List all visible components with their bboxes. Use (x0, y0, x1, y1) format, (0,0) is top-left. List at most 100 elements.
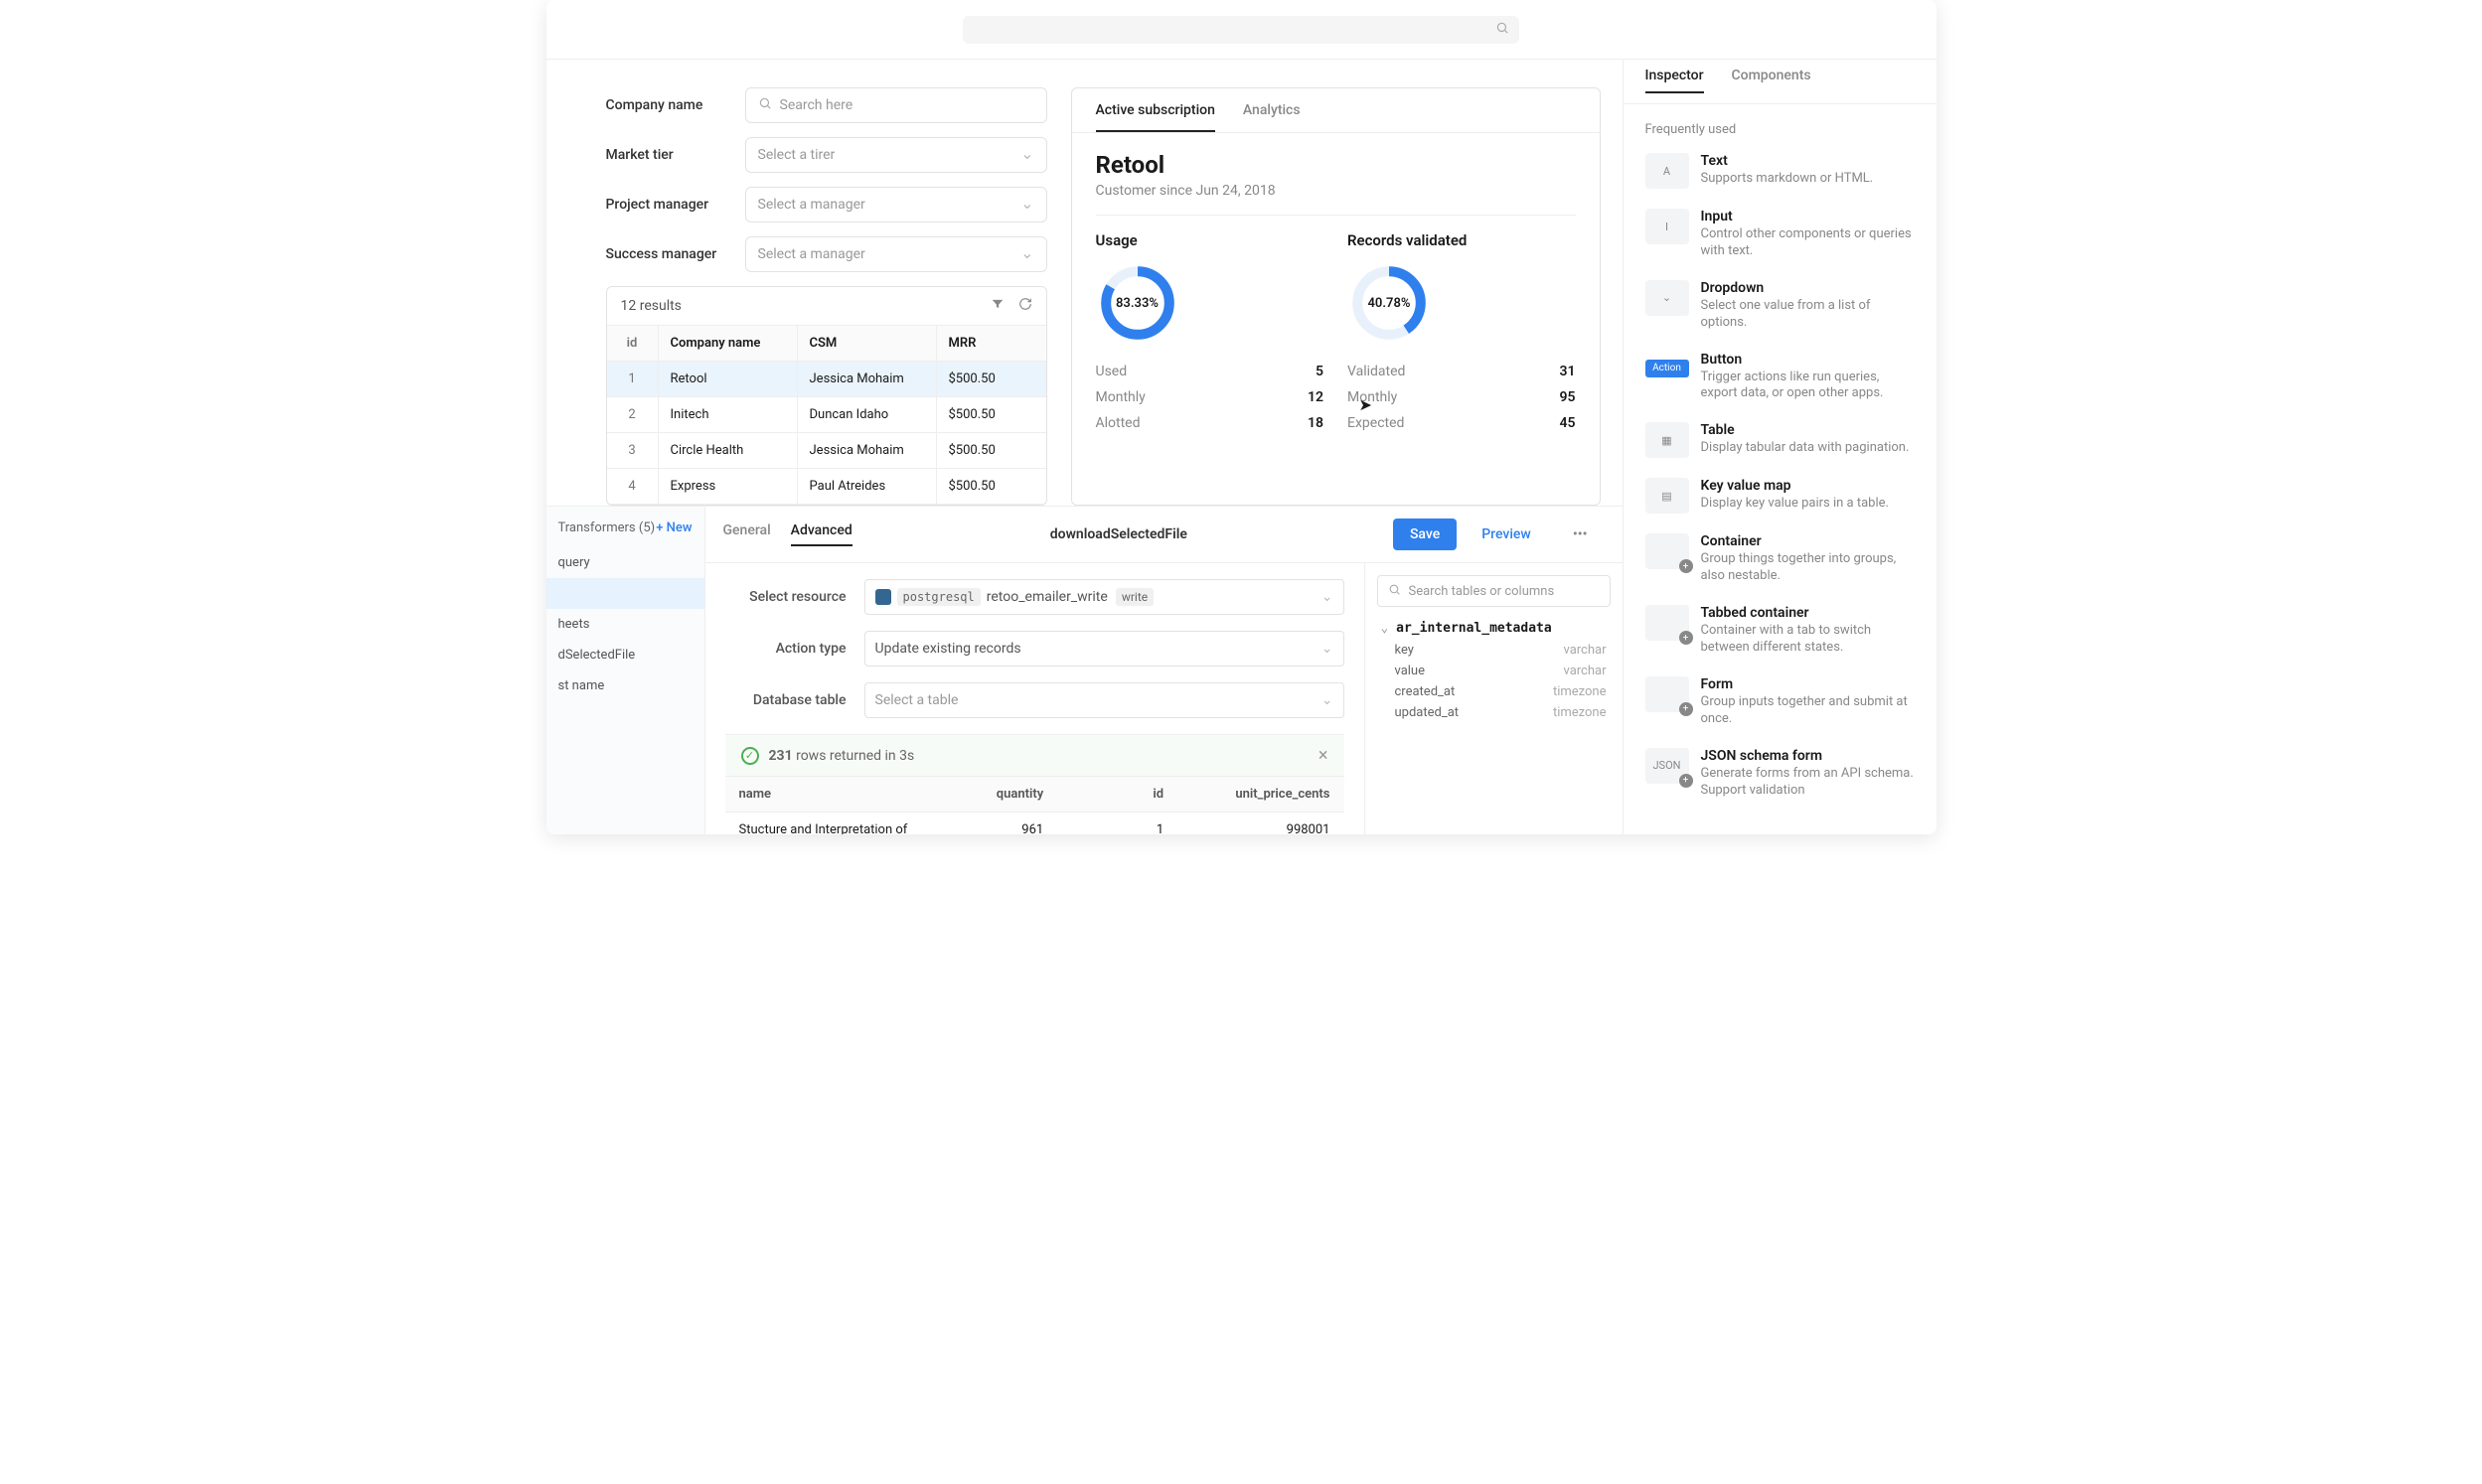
component-icon: ▦ (1645, 422, 1689, 458)
plus-icon: + (1679, 559, 1693, 573)
action-type-select[interactable]: Update existing records (864, 631, 1344, 667)
table-row[interactable]: 2InitechDuncan Idaho$500.50 (607, 397, 1046, 433)
filter-form: Company name Search here Market tier Sel… (606, 87, 1047, 272)
query-list-item[interactable]: st name (546, 670, 704, 701)
component-item[interactable]: ATextSupports markdown or HTML. (1633, 143, 1927, 199)
titlebar (546, 0, 1937, 60)
refresh-icon[interactable] (1018, 297, 1032, 315)
rcol-qty[interactable]: quantity (937, 777, 1057, 812)
component-icon: + (1645, 605, 1689, 641)
schema-column[interactable]: valuevarchar (1365, 661, 1623, 681)
schema-browser: Search tables or columns ar_internal_met… (1364, 563, 1623, 834)
table-row[interactable]: 3Circle HealthJessica Mohaim$500.50 (607, 433, 1046, 469)
col-csm[interactable]: CSM (798, 326, 937, 361)
query-list-item[interactable]: heets (546, 609, 704, 640)
component-icon: + (1645, 533, 1689, 569)
global-search-input[interactable] (963, 16, 1519, 44)
plus-icon: + (1679, 631, 1693, 645)
component-icon: ⌄ (1645, 280, 1689, 316)
query-list-item[interactable] (546, 578, 704, 609)
component-item[interactable]: ⌄DropdownSelect one value from a list of… (1633, 270, 1927, 342)
stat-row: Validated31 (1347, 359, 1576, 384)
customer-since: Customer since Jun 24, 2018 (1096, 183, 1576, 199)
query-editor-panel: Transformers (5) + New query heetsdSelec… (546, 506, 1623, 834)
customer-title: Retool (1096, 151, 1576, 179)
project-manager-select[interactable]: Select a manager (745, 187, 1047, 223)
resource-select[interactable]: postgresql retoo_emailer_write write (864, 579, 1344, 615)
add-query-button[interactable]: + New (656, 520, 692, 535)
component-item[interactable]: +FormGroup inputs together and submit at… (1633, 667, 1927, 738)
query-list-item[interactable]: query (546, 547, 704, 578)
plus-icon: + (1679, 702, 1693, 716)
component-icon: ▤ (1645, 478, 1689, 514)
query-form: Select resource postgresql retoo_emailer… (705, 563, 1364, 834)
schema-column[interactable]: updated_attimezone (1365, 702, 1623, 723)
success-icon: ✓ (741, 747, 759, 765)
col-id[interactable]: id (607, 326, 659, 361)
rcol-name[interactable]: name (725, 777, 938, 812)
close-icon[interactable]: × (1319, 745, 1328, 766)
results-table: 12 results id Company name (606, 286, 1047, 506)
stat-row: Monthly12 (1096, 384, 1324, 410)
records-donut: 40.78% (1347, 261, 1431, 345)
plus-icon: + (1679, 774, 1693, 788)
action-type-label: Action type (725, 641, 864, 657)
company-name-label: Company name (606, 97, 745, 113)
canvas: Company name Search here Market tier Sel… (546, 60, 1623, 506)
component-item[interactable]: ▦TableDisplay tabular data with paginati… (1633, 412, 1927, 468)
query-name: downloadSelectedFile (872, 526, 1365, 542)
results-count: 12 results (621, 298, 977, 314)
search-icon (1495, 21, 1509, 39)
col-mrr[interactable]: MRR (937, 326, 1046, 361)
schema-column[interactable]: keyvarchar (1365, 640, 1623, 661)
component-item[interactable]: +Tabbed containerContainer with a tab to… (1633, 595, 1927, 667)
preview-button[interactable]: Preview (1465, 519, 1548, 550)
query-list-item[interactable]: dSelectedFile (546, 640, 704, 670)
result-row[interactable]: Stucture and Interpretation of Computer … (725, 812, 1344, 834)
component-icon: I (1645, 209, 1689, 244)
stat-row: Alotted18 (1096, 410, 1324, 436)
tab-components[interactable]: Components (1732, 68, 1811, 93)
component-icon: JSON+ (1645, 748, 1689, 784)
search-icon (758, 96, 772, 114)
col-company[interactable]: Company name (659, 326, 798, 361)
component-item[interactable]: +ContainerGroup things together into gro… (1633, 523, 1927, 595)
frequently-used-heading: Frequently used (1624, 104, 1937, 143)
more-button[interactable]: ••• (1556, 519, 1605, 550)
schema-column[interactable]: created_attimezone (1365, 681, 1623, 702)
table-row[interactable]: 1RetoolJessica Mohaim$500.50 (607, 362, 1046, 397)
schema-search-input[interactable]: Search tables or columns (1377, 575, 1611, 607)
result-message: 231 rows returned in 3s (769, 748, 915, 764)
component-item[interactable]: JSON+JSON schema formGenerate forms from… (1633, 738, 1927, 810)
component-item[interactable]: ActionButtonTrigger actions like run que… (1633, 342, 1927, 413)
market-tier-select[interactable]: Select a tirer (745, 137, 1047, 173)
transformers-count: Transformers (5) (558, 520, 656, 535)
market-tier-label: Market tier (606, 147, 745, 163)
save-button[interactable]: Save (1393, 519, 1457, 550)
records-heading: Records validated (1347, 231, 1576, 249)
right-panel: Inspector Components Frequently used ATe… (1623, 60, 1937, 834)
company-search-input[interactable]: Search here (745, 87, 1047, 123)
rcol-id[interactable]: id (1057, 777, 1177, 812)
component-icon: Action (1645, 360, 1689, 377)
rcol-up[interactable]: unit_price_cents (1177, 777, 1343, 812)
resource-label: Select resource (725, 589, 864, 605)
tab-active-subscription[interactable]: Active subscription (1096, 102, 1215, 132)
success-manager-select[interactable]: Select a manager (745, 236, 1047, 272)
table-row[interactable]: 4ExpressPaul Atreides$500.50 (607, 469, 1046, 505)
tab-analytics[interactable]: Analytics (1243, 102, 1301, 132)
usage-donut: 83.33% (1096, 261, 1179, 345)
subtab-general[interactable]: General (723, 522, 771, 546)
schema-table[interactable]: ar_internal_metadata (1365, 617, 1623, 640)
detail-card: Active subscription Analytics Retool Cus… (1071, 87, 1601, 506)
component-item[interactable]: IInputControl other components or querie… (1633, 199, 1927, 270)
component-item[interactable]: ▤Key value mapDisplay key value pairs in… (1633, 468, 1927, 523)
filter-icon[interactable] (991, 297, 1005, 315)
subtab-advanced[interactable]: Advanced (791, 522, 853, 546)
db-table-select[interactable]: Select a table (864, 682, 1344, 718)
stat-row: Expected45 (1347, 410, 1576, 436)
tab-inspector[interactable]: Inspector (1645, 68, 1704, 93)
search-icon (1388, 583, 1401, 600)
stat-row: Monthly95 (1347, 384, 1576, 410)
success-manager-label: Success manager (606, 246, 745, 262)
